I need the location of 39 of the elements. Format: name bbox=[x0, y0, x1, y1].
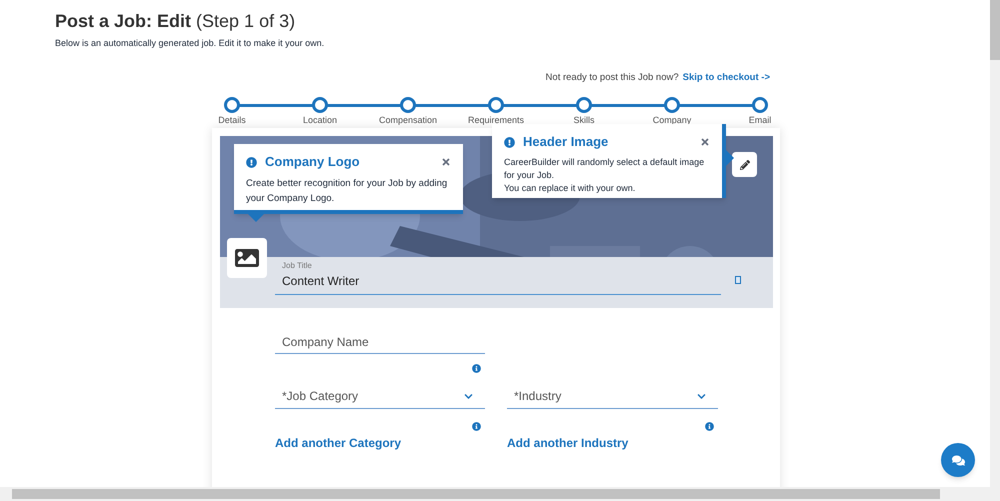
page-subtitle: Below is an automatically generated job. Edit it to make it your own. bbox=[55, 37, 326, 50]
edit-button[interactable] bbox=[732, 152, 757, 178]
tooltip-text: You can replace it with your own. bbox=[504, 182, 636, 195]
field-label: Job Title bbox=[281, 260, 313, 272]
step-label: Company bbox=[652, 114, 692, 127]
step-label: Requirements bbox=[468, 114, 524, 127]
tooltip-text: CareerBuilder will randomly select a default image for your Job. bbox=[504, 156, 706, 182]
tooltip-text: Create better recognition for your Job by adding your Company Logo. bbox=[246, 176, 448, 206]
alert-icon bbox=[504, 136, 515, 148]
skip-link[interactable]: Skip to checkout -> bbox=[682, 70, 770, 85]
step-label: Details bbox=[218, 114, 246, 127]
page-title: Post a Job: Edit (Step 1 of 3) bbox=[55, 10, 296, 33]
close-button[interactable] bbox=[441, 157, 451, 167]
select-field[interactable]: *Job Category bbox=[275, 384, 485, 410]
skip-prompt: Not ready to post this Job now? bbox=[546, 70, 679, 84]
company-name-field[interactable]: Company Name bbox=[275, 330, 485, 354]
chat-icon bbox=[952, 454, 964, 466]
info-icon[interactable] bbox=[472, 364, 481, 374]
add-link[interactable]: Add another Industry bbox=[507, 434, 628, 452]
chat-button[interactable] bbox=[941, 443, 975, 477]
step-label: Compensation bbox=[378, 114, 438, 127]
tooltip-title: Company Logo bbox=[265, 153, 360, 172]
select-field[interactable]: *Industry bbox=[507, 384, 718, 410]
info-icon[interactable] bbox=[472, 422, 481, 432]
alert-icon bbox=[246, 156, 257, 168]
info-icon[interactable] bbox=[705, 422, 714, 432]
step-label: Email bbox=[748, 114, 772, 127]
step-label: Skills bbox=[573, 114, 594, 127]
field-value: Content Writer bbox=[281, 273, 360, 290]
vertical-scrollbar[interactable] bbox=[990, 0, 1000, 487]
close-button[interactable] bbox=[700, 137, 710, 147]
chevron-icon bbox=[697, 392, 706, 401]
step-label: Location bbox=[302, 114, 338, 127]
logo-upload[interactable] bbox=[227, 238, 267, 278]
tooltip-title: Header Image bbox=[523, 133, 608, 152]
horizontal-scrollbar[interactable] bbox=[0, 487, 1000, 501]
pencil-icon bbox=[740, 160, 750, 170]
chevron-icon bbox=[464, 392, 473, 401]
add-link[interactable]: Add another Category bbox=[275, 434, 402, 452]
